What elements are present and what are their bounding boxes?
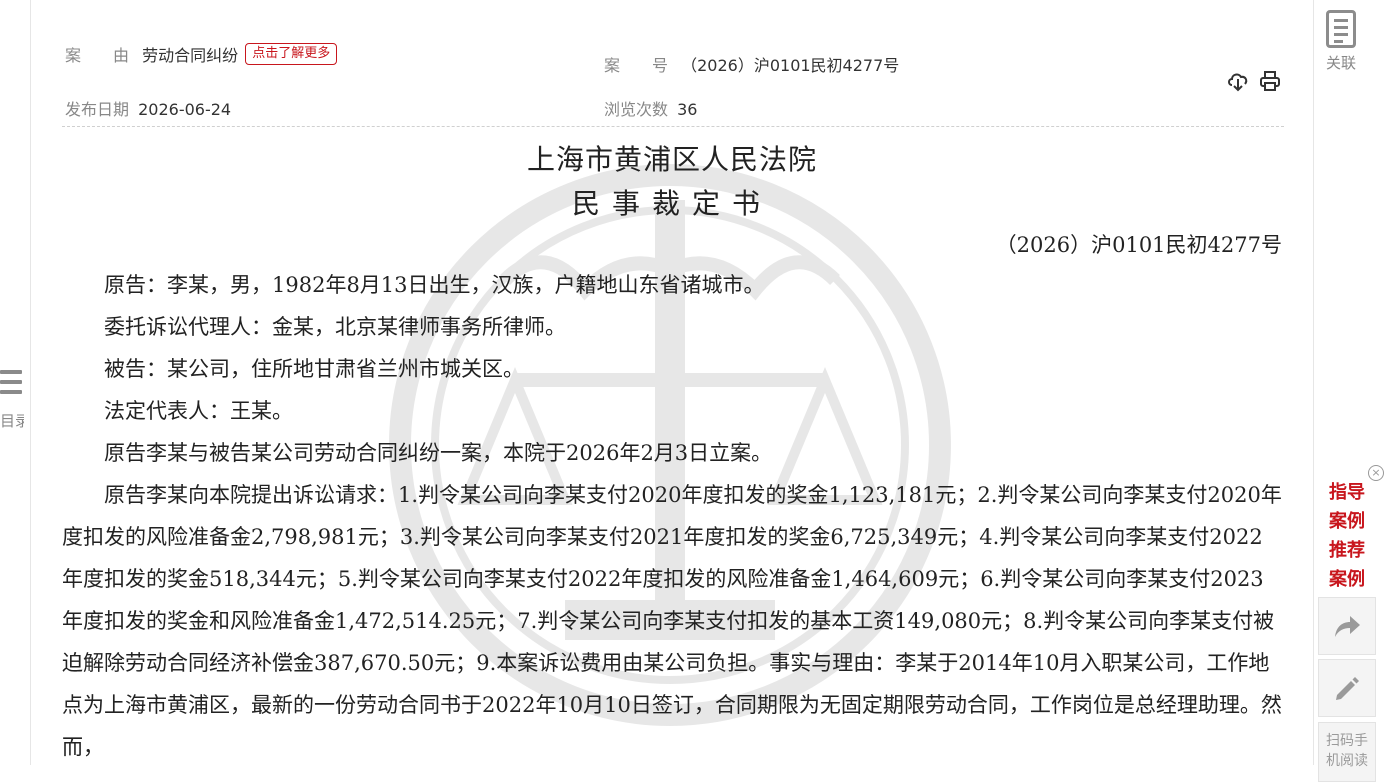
qr-label-line: 扫码手 (1326, 733, 1368, 749)
views-value: 36 (677, 100, 698, 119)
share-icon (1335, 616, 1360, 637)
cause-value: 劳动合同纠纷 (142, 46, 239, 65)
caseno-label: 案 号 (604, 56, 669, 75)
caseno-value: （2026）沪0101民初4277号 (681, 56, 900, 75)
qr-label-line: 机阅读 (1326, 753, 1368, 769)
doc-paragraph: 原告：李某，男，1982年8月13日出生，汉族，户籍地山东省诸城市。 (104, 273, 765, 297)
guide-line: 案例 (1329, 569, 1365, 590)
pencil-icon (1336, 677, 1359, 700)
doc-paragraph: 被告：某公司，住所地甘肃省兰州市城关区。 (104, 357, 524, 381)
printer-icon (1260, 71, 1281, 91)
document-case-number: （2026）沪0101民初4277号 (995, 233, 1282, 257)
share-button[interactable] (1318, 597, 1376, 655)
learn-more-badge[interactable]: 点击了解更多 (245, 43, 338, 65)
related-label: 关联 (1325, 54, 1356, 72)
cloud-download-icon (1228, 73, 1248, 92)
doc-paragraph: 原告李某与被告某公司劳动合同纠纷一案，本院于2026年2月3日立案。 (104, 441, 773, 465)
document-icon (1326, 10, 1356, 48)
guide-case-recommend[interactable]: 指导 案例 推荐 案例 (1317, 478, 1377, 594)
pubdate-label: 发布日期 (65, 100, 130, 119)
doc-tools (1227, 70, 1286, 92)
list-icon (0, 370, 22, 400)
views-label: 浏览次数 (604, 100, 669, 119)
cause-label: 案 由 (65, 46, 130, 65)
court-name: 上海市黄浦区人民法院 (526, 143, 817, 176)
download-button[interactable] (1227, 70, 1249, 92)
cause-row: 案 由 劳动合同纠纷 点击了解更多 (65, 42, 338, 66)
print-button[interactable] (1259, 70, 1281, 92)
pubdate-row: 发布日期 2026-06-24 (65, 96, 231, 120)
related-button[interactable]: 关联 (1319, 10, 1363, 73)
doc-paragraph: 委托诉讼代理人：金某，北京某律师事务所律师。 (104, 315, 566, 339)
guide-line: 案例 (1329, 511, 1365, 532)
caseno-row: 案 号 （2026）沪0101民初4277号 (604, 52, 899, 76)
toc-label: 目录 (0, 412, 24, 430)
doc-paragraph: 原告李某向本院提出诉讼请求：1.判令某公司向李某支付2020年度扣发的奖金1,1… (62, 483, 1282, 759)
judgment-document: 上海市黄浦区人民法院 民事裁定书 （2026）沪0101民初4277号 原告：李… (62, 138, 1282, 768)
pubdate-value: 2026-06-24 (138, 100, 232, 119)
doc-paragraph: 法定代表人：王某。 (104, 399, 293, 423)
guide-line: 指导 (1329, 482, 1365, 503)
edit-button[interactable] (1318, 659, 1376, 717)
case-meta: 案 由 劳动合同纠纷 点击了解更多 案 号 （2026）沪0101民初4277号… (62, 40, 1284, 127)
guide-line: 推荐 (1329, 540, 1365, 561)
document-title: 民事裁定书 (571, 187, 772, 220)
views-row: 浏览次数 36 (604, 96, 697, 120)
qr-read-button[interactable]: 扫码手 机阅读 (1318, 722, 1376, 782)
